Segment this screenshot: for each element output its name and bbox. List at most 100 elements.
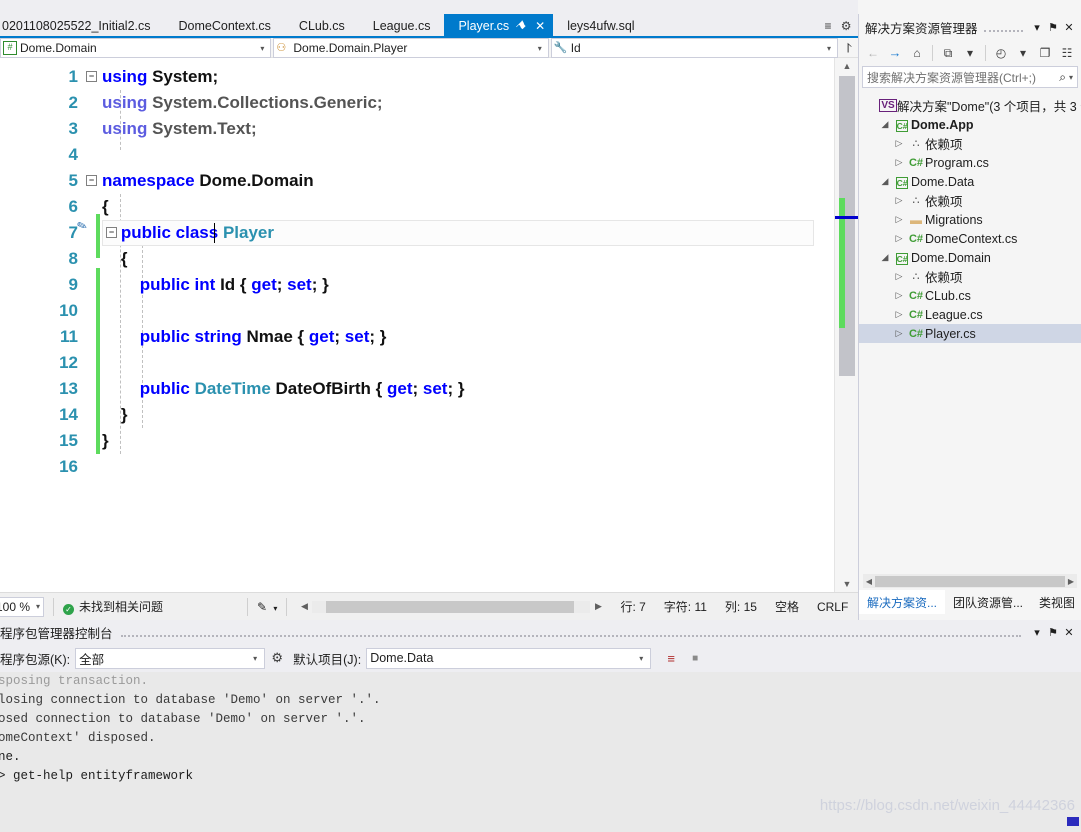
zoom-level-dropdown[interactable]: 100 % ▾ — [0, 596, 44, 617]
package-source-dropdown[interactable]: 全部 ▾ — [75, 647, 266, 669]
split-editor-button[interactable]: ⨡ — [840, 38, 858, 57]
collapsed-arrow-icon[interactable]: ▷ — [891, 271, 907, 282]
scroll-up-arrow-icon[interactable]: ▲ — [835, 58, 859, 74]
collapsed-arrow-icon[interactable]: ▷ — [891, 233, 907, 244]
expanded-arrow-icon[interactable]: ◢ — [877, 176, 893, 187]
solution-explorer-horizontal-scrollbar[interactable]: ◀ ▶ — [863, 574, 1077, 588]
pen-status-icon[interactable]: ✎ ▾ — [257, 600, 277, 614]
panel-close-icon[interactable]: ✕ — [1061, 21, 1077, 34]
code-editor-surface[interactable]: 1 2 3 4 5 6 7 8 9 10 11 12 13 14 15 16 ✎ − using System;… — [0, 58, 858, 592]
scroll-left-arrow-icon[interactable]: ◀ — [296, 601, 312, 612]
document-tab[interactable]: CLub.cs — [285, 14, 359, 38]
tree-node-selected[interactable]: ▷ C# Player.cs — [859, 324, 1081, 343]
sync-dropdown-icon[interactable]: ▾ — [960, 43, 980, 63]
expanded-arrow-icon[interactable]: ◢ — [877, 252, 893, 263]
collapsed-arrow-icon[interactable]: ▷ — [891, 328, 907, 339]
code-line[interactable] — [102, 454, 834, 480]
code-line[interactable]: − using System; — [86, 64, 834, 90]
tree-node[interactable]: ◢ C# Dome.Data — [859, 172, 1081, 191]
collapsed-arrow-icon[interactable]: ▷ — [891, 138, 907, 149]
document-tab[interactable]: 0201108025522_Initial2.cs — [0, 14, 165, 38]
document-tab[interactable]: DomeContext.cs — [165, 14, 285, 38]
code-line[interactable] — [102, 350, 834, 376]
tree-node[interactable]: ▷ C# Program.cs — [859, 153, 1081, 172]
stop-command-icon[interactable]: ■ — [683, 653, 707, 664]
tree-node[interactable]: ◢ C# Dome.Domain — [859, 248, 1081, 267]
tree-node[interactable]: ▷ ∴ 依赖项 — [859, 191, 1081, 210]
panel-pin-icon[interactable]: ⚑ — [1045, 626, 1061, 639]
code-line[interactable]: using System.Collections.Generic; — [102, 90, 834, 116]
tree-node[interactable]: ▷ C# League.cs — [859, 305, 1081, 324]
collapsed-arrow-icon[interactable]: ▷ — [891, 214, 907, 225]
panel-pin-icon[interactable]: ⚑ — [1045, 21, 1061, 34]
code-line[interactable]: using System.Text; — [102, 116, 834, 142]
type-dropdown[interactable]: ⚇ Dome.Domain.Player ▾ — [273, 38, 549, 58]
tree-node[interactable]: ▷ ∴ 依赖项 — [859, 267, 1081, 286]
home-icon[interactable]: ⌂ — [907, 43, 927, 63]
collapsed-arrow-icon[interactable]: ▷ — [891, 157, 907, 168]
collapse-toggle-icon[interactable]: − — [106, 227, 117, 238]
back-icon[interactable]: ← — [863, 43, 883, 63]
tree-node[interactable]: ▷ C# CLub.cs — [859, 286, 1081, 305]
panel-close-icon[interactable]: ✕ — [1061, 626, 1077, 639]
tree-node[interactable]: ▷ ▬ Migrations — [859, 210, 1081, 229]
tree-node[interactable]: ▷ ∴ 依赖项 — [859, 134, 1081, 153]
collapsed-arrow-icon[interactable]: ▷ — [891, 290, 907, 301]
search-icon[interactable]: ⌕ — [1059, 70, 1066, 85]
code-line[interactable]: public DateTime DateOfBirth { get; set; … — [102, 376, 834, 402]
search-options-chevron-icon[interactable]: ▾ — [1069, 73, 1073, 82]
tool-window-tab[interactable]: 团队资源管... — [945, 590, 1031, 614]
forward-icon[interactable]: → — [885, 43, 905, 63]
tab-close-icon[interactable]: ✕ — [533, 14, 547, 38]
collapsed-arrow-icon[interactable]: ▷ — [891, 309, 907, 320]
horizontal-scrollbar-track[interactable] — [312, 600, 591, 613]
tab-pin-icon[interactable]: ⚑ — [508, 13, 535, 40]
code-line[interactable] — [102, 142, 834, 168]
collapse-toggle-icon[interactable]: − — [86, 71, 97, 82]
scroll-right-arrow-icon[interactable]: ▶ — [590, 601, 606, 612]
code-text-area[interactable]: − using System; using System.Collections.G… — [86, 58, 834, 592]
tab-overflow-icon[interactable]: ≡ — [824, 19, 831, 33]
tree-node[interactable]: ◢ C# Dome.App — [859, 115, 1081, 134]
pending-changes-dropdown-icon[interactable]: ▾ — [1013, 43, 1033, 63]
collapsed-arrow-icon[interactable]: ▷ — [891, 195, 907, 206]
properties-icon[interactable]: ☷ — [1057, 43, 1077, 63]
document-tab-active[interactable]: Player.cs ⚑ ✕ — [444, 13, 554, 40]
tool-window-tab[interactable]: 解决方案资... — [859, 590, 946, 614]
code-line[interactable]: public int Id { get; set; } — [102, 272, 834, 298]
code-line[interactable]: − public class Player — [102, 220, 834, 246]
solution-tree[interactable]: VS 解决方案"Dome"(3 个项目，共 3 个 ◢ C# Dome.App ▷ ∴ 依赖项… — [859, 96, 1081, 572]
document-tab[interactable]: League.cs — [359, 14, 445, 38]
default-project-dropdown[interactable]: Dome.Data ▾ — [366, 647, 652, 669]
clear-console-icon[interactable]: ≡ — [659, 651, 683, 666]
sync-with-active-document-icon[interactable]: ⧉ — [938, 43, 958, 63]
expanded-arrow-icon[interactable]: ◢ — [877, 119, 893, 130]
tab-settings-icon[interactable]: ⚙ — [841, 19, 852, 33]
tool-window-tab[interactable]: 类视图 — [1031, 590, 1081, 614]
pending-changes-icon[interactable]: ◴ — [991, 43, 1011, 63]
scroll-right-arrow-icon[interactable]: ▶ — [1065, 577, 1077, 586]
code-line[interactable] — [102, 298, 834, 324]
horizontal-scrollbar-thumb[interactable] — [326, 600, 575, 613]
code-line[interactable]: public string Nmae { get; set; } — [102, 324, 834, 350]
tree-node[interactable]: ▷ C# DomeContext.cs — [859, 229, 1081, 248]
code-line[interactable]: } — [102, 428, 834, 454]
member-dropdown[interactable]: 🔧 Id ▾ — [550, 38, 839, 58]
package-settings-gear-icon[interactable]: ⚙ — [265, 650, 289, 666]
issues-status[interactable]: ✓ 未找到相关问题 — [63, 598, 163, 615]
editor-horizontal-scrollbar[interactable]: ◀ ▶ — [296, 598, 607, 615]
indentation-status[interactable]: 空格 — [775, 598, 799, 615]
code-line[interactable]: { — [102, 246, 834, 272]
panel-menu-icon[interactable]: ▾ — [1029, 626, 1045, 639]
namespace-dropdown[interactable]: # Dome.Domain ▾ — [0, 38, 272, 58]
document-tab[interactable]: leys4ufw.sql — [553, 14, 648, 38]
solution-explorer-search-box[interactable]: 搜索解决方案资源管理器(Ctrl+;) ⌕ ▾ — [862, 66, 1078, 88]
collapse-all-icon[interactable]: ❐ — [1035, 43, 1055, 63]
panel-menu-icon[interactable]: ▾ — [1029, 21, 1045, 34]
scroll-down-arrow-icon[interactable]: ▼ — [835, 576, 859, 592]
tree-node[interactable]: VS 解决方案"Dome"(3 个项目，共 3 个 — [859, 96, 1081, 115]
code-line[interactable]: } — [102, 402, 834, 428]
horizontal-scrollbar-thumb[interactable] — [875, 575, 1065, 587]
code-line[interactable]: − namespace Dome.Domain — [86, 168, 834, 194]
line-ending-status[interactable]: CRLF — [817, 600, 848, 614]
